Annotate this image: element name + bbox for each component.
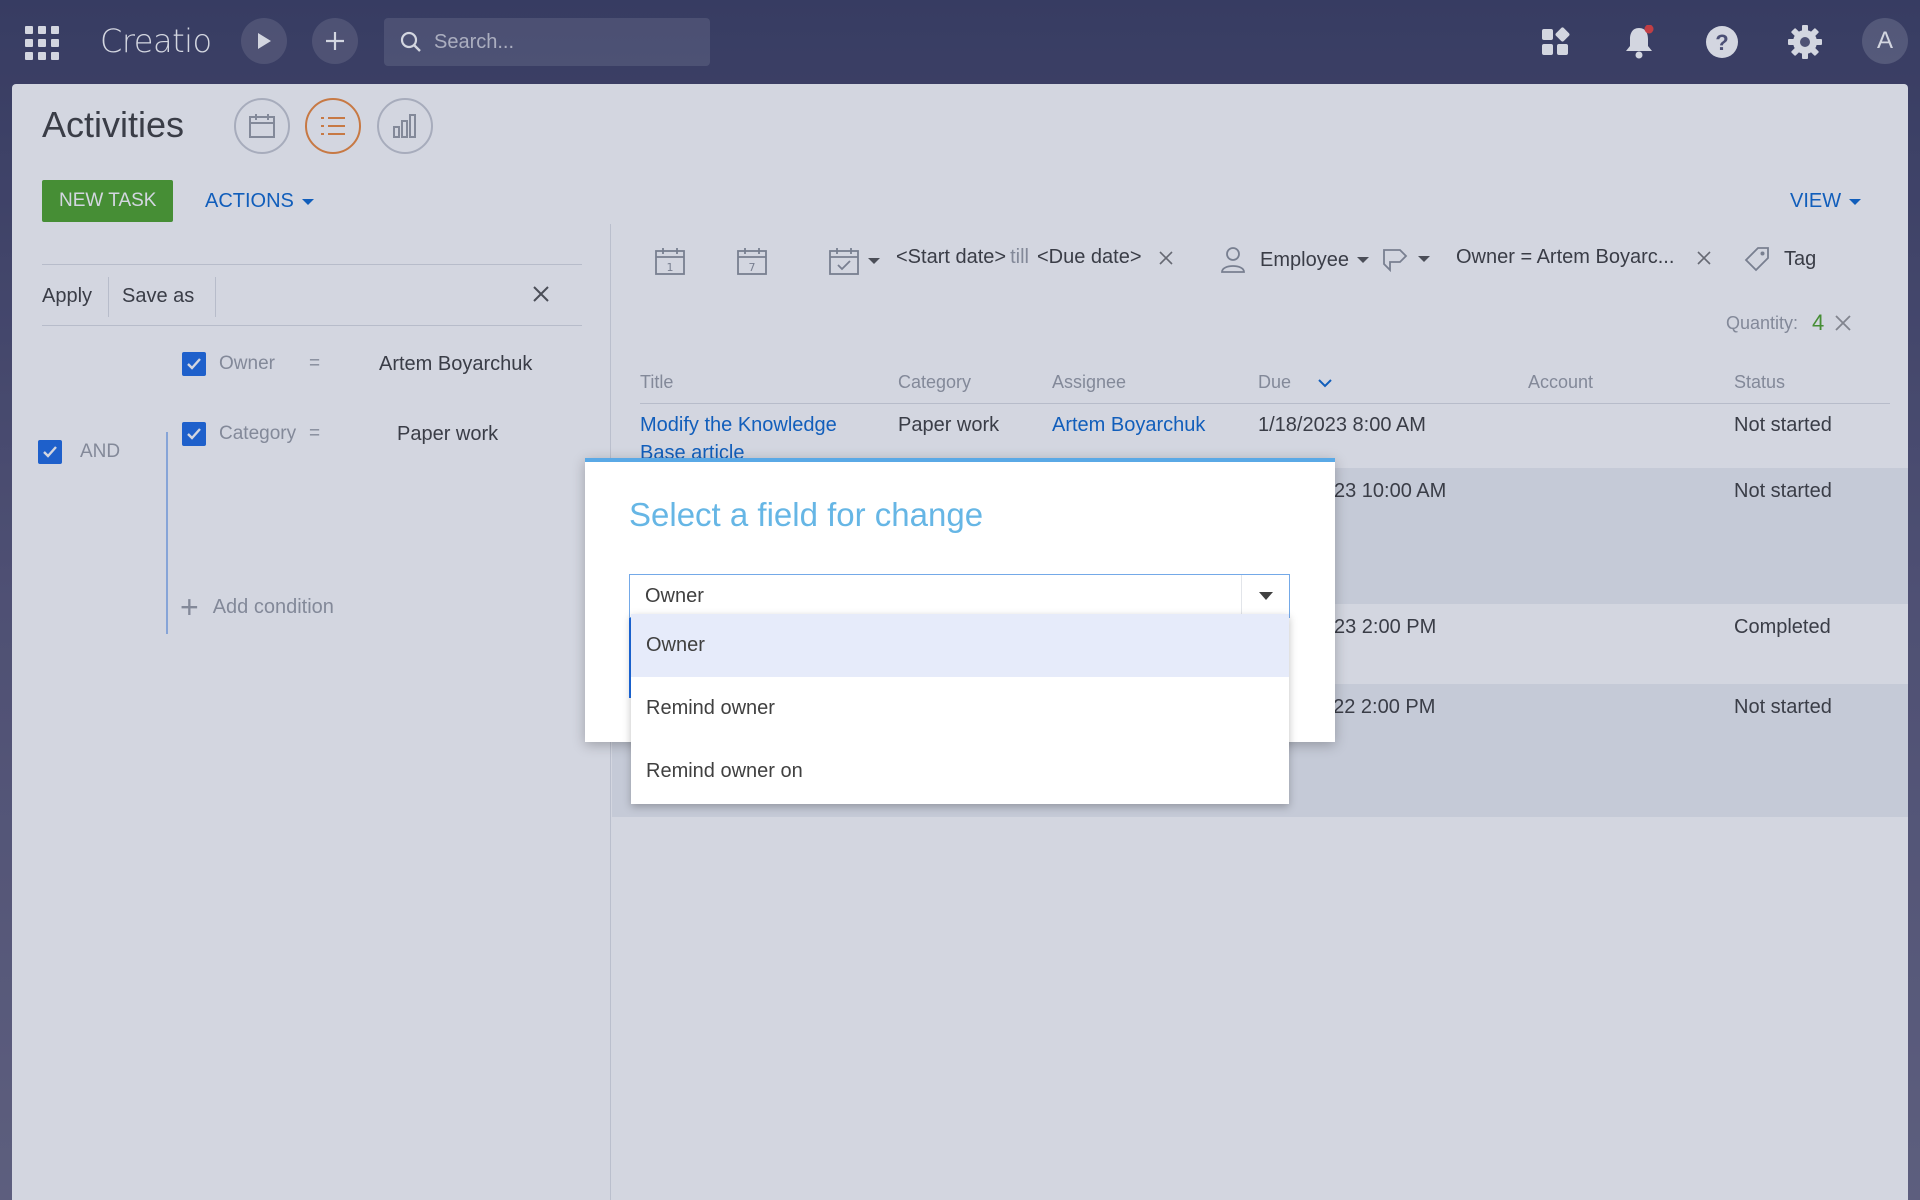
chevron-down-icon: [1258, 592, 1273, 600]
option-owner[interactable]: Owner: [631, 614, 1289, 677]
field-lookup[interactable]: [629, 574, 1290, 618]
dialog-title: Select a field for change: [629, 496, 984, 533]
option-remind-owner-on[interactable]: Remind owner on: [631, 740, 1289, 803]
lookup-dropdown-button[interactable]: [1241, 575, 1289, 617]
field-search-input[interactable]: [630, 584, 1230, 608]
option-remind-owner[interactable]: Remind owner: [631, 677, 1289, 740]
field-options-list: Owner Remind owner Remind owner on: [631, 614, 1289, 804]
